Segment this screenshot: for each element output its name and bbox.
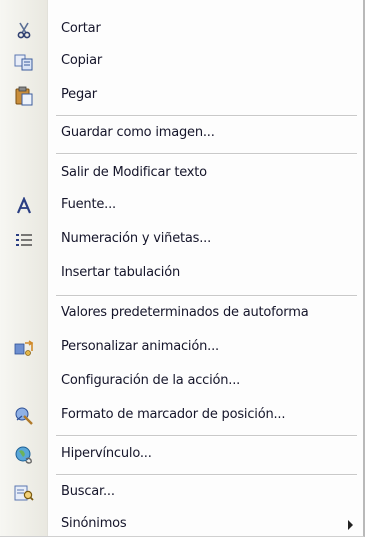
menu-item-salir-de-modificar-texto[interactable]: Salir de Modificar texto [0, 158, 363, 190]
menu-separator [56, 116, 357, 117]
menu-item-configuracion-de-la-accion[interactable]: Configuración de la acción... [0, 366, 363, 398]
menu-item-label: Salir de Modificar texto [61, 165, 207, 180]
menu-item-label: Configuración de la acción... [61, 373, 241, 388]
menu-item-hipervinculo[interactable]: Hipervínculo... [0, 439, 363, 471]
search-icon [13, 482, 35, 504]
menu-item-pegar[interactable]: Pegar [0, 80, 363, 112]
menu-item-label: Sinónimos [61, 516, 127, 531]
placeholder-format-icon [13, 405, 35, 427]
menu-item-label: Personalizar animación... [61, 339, 219, 354]
menu-item-label: Buscar... [61, 484, 115, 499]
paste-icon [13, 85, 35, 107]
menu-item-formato-de-marcador-de-posicion[interactable]: Formato de marcador de posición... [0, 400, 363, 432]
menu-item-fuente[interactable]: Fuente... [0, 190, 363, 222]
menu-item-label: Hipervínculo... [61, 446, 152, 461]
menu-item-label: Fuente... [61, 197, 116, 212]
menu-item-cortar[interactable]: Cortar [0, 14, 363, 46]
menu-item-label: Cortar [61, 21, 101, 36]
context-menu: Cortar Copiar Pegar Guardar como imagen. [0, 0, 365, 537]
menu-item-personalizar-animacion[interactable]: Personalizar animación... [0, 332, 363, 364]
submenu-arrow-icon [348, 520, 353, 530]
menu-item-label: Copiar [61, 53, 103, 68]
menu-item-guardar-como-imagen[interactable]: Guardar como imagen... [0, 118, 363, 150]
menu-item-label: Guardar como imagen... [61, 125, 215, 140]
menu-separator [56, 436, 357, 437]
menu-item-label: Valores predeterminados de autoforma [61, 305, 309, 320]
menu-item-insertar-tabulacion[interactable]: Insertar tabulación [0, 258, 363, 290]
menu-item-copiar[interactable]: Copiar [0, 46, 363, 78]
menu-separator [56, 475, 357, 476]
menu-item-label: Formato de marcador de posición... [61, 407, 286, 422]
menu-item-label: Pegar [61, 87, 97, 102]
menu-separator [56, 154, 357, 155]
menu-separator [56, 296, 357, 297]
menu-item-label: Insertar tabulación [61, 265, 181, 280]
menu-item-valores-predeterminados-de-autoforma[interactable]: Valores predeterminados de autoforma [0, 298, 363, 330]
animation-icon [13, 337, 35, 359]
hyperlink-icon [13, 444, 35, 466]
menu-item-buscar[interactable]: Buscar... [0, 477, 363, 509]
font-icon [13, 195, 35, 217]
menu-item-label: Numeración y viñetas... [61, 231, 212, 246]
bullets-icon [13, 229, 35, 251]
menu-item-sinonimos[interactable]: Sinónimos [0, 509, 363, 541]
scissors-icon [13, 19, 35, 41]
copy-icon [13, 51, 35, 73]
menu-item-numeracion-y-vinetas[interactable]: Numeración y viñetas... [0, 224, 363, 256]
